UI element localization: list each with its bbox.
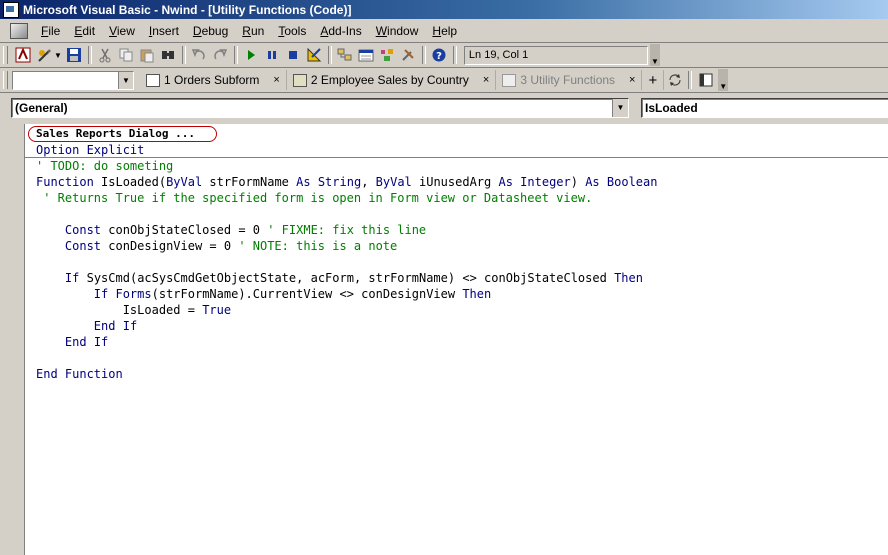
menu-window[interactable]: Window bbox=[369, 24, 426, 38]
toolbar-separator bbox=[452, 46, 457, 64]
code-line[interactable]: If SysCmd(acSysCmdGetObjectState, acForm… bbox=[36, 270, 643, 286]
chevron-down-icon[interactable]: ▼ bbox=[118, 71, 133, 89]
toolbar-options-button[interactable]: ▼ bbox=[649, 44, 660, 66]
menu-view[interactable]: View bbox=[102, 24, 142, 38]
add-tab-button[interactable]: + bbox=[642, 70, 665, 90]
menu-debug[interactable]: Debug bbox=[186, 24, 235, 38]
menu-run[interactable]: Run bbox=[235, 24, 271, 38]
close-icon[interactable]: × bbox=[629, 74, 635, 86]
tab-label: 1 Orders Subform bbox=[164, 73, 260, 87]
menu-file[interactable]: File bbox=[34, 24, 67, 38]
toolbar-separator bbox=[87, 46, 92, 64]
toolbox-icon[interactable] bbox=[398, 45, 419, 65]
document-combo[interactable]: ▼ bbox=[12, 70, 134, 90]
design-mode-icon[interactable] bbox=[304, 45, 325, 65]
code-text: Option Explicit bbox=[36, 143, 145, 157]
properties-icon[interactable] bbox=[356, 45, 377, 65]
standard-toolbar: ▼ ? Ln 19, Col 1 ▼ bbox=[0, 43, 888, 68]
menu-tools[interactable]: Tools bbox=[271, 24, 313, 38]
form-icon bbox=[146, 73, 160, 87]
procedure-bar: (General) ▼ IsLoaded bbox=[0, 94, 888, 122]
menu-bar: File Edit View Insert Debug Run Tools Ad… bbox=[0, 20, 888, 43]
cut-icon[interactable] bbox=[95, 45, 116, 65]
tab-orders-subform[interactable]: 1 Orders Subform × bbox=[140, 70, 287, 90]
code-line[interactable]: End Function bbox=[36, 366, 123, 382]
break-icon[interactable] bbox=[262, 45, 283, 65]
refresh-icon[interactable] bbox=[664, 70, 685, 90]
code-line[interactable]: Function IsLoaded(ByVal strFormName As S… bbox=[36, 174, 657, 190]
insert-module-icon[interactable] bbox=[33, 45, 54, 65]
code-comment: ' Returns True if the specified form is … bbox=[36, 191, 593, 205]
object-browser-icon[interactable] bbox=[377, 45, 398, 65]
procedure-dropdown[interactable]: IsLoaded bbox=[641, 98, 888, 118]
document-tabs-toolbar: ▼ 1 Orders Subform × 2 Employee Sales by… bbox=[0, 68, 888, 93]
help-icon[interactable]: ? bbox=[429, 45, 450, 65]
code-line[interactable]: Const conDesignView = 0 ' NOTE: this is … bbox=[36, 238, 397, 254]
toolbar-separator bbox=[688, 71, 693, 89]
menu-edit[interactable]: Edit bbox=[67, 24, 102, 38]
toolbar-separator bbox=[233, 46, 238, 64]
menu-add-ins[interactable]: Add-Ins bbox=[313, 24, 368, 38]
window-title: Microsoft Visual Basic - Nwind - [Utilit… bbox=[23, 2, 352, 17]
code-line[interactable]: End If bbox=[36, 334, 108, 350]
run-icon[interactable] bbox=[241, 45, 262, 65]
toolbar-options-button[interactable]: ▼ bbox=[718, 69, 729, 91]
tab-employee-sales-by-country[interactable]: 2 Employee Sales by Country × bbox=[287, 70, 497, 90]
code-text: End Function bbox=[36, 367, 123, 381]
module-icon bbox=[502, 73, 517, 87]
vb-app-icon bbox=[3, 1, 19, 18]
code-line[interactable]: If Forms(strFormName).CurrentView <> con… bbox=[36, 286, 491, 302]
panel-toggle-icon[interactable] bbox=[695, 70, 716, 90]
code-line[interactable]: Option Explicit bbox=[36, 142, 144, 158]
menu-insert[interactable]: Insert bbox=[142, 24, 186, 38]
tab-utility-functions[interactable]: 3 Utility Functions × bbox=[496, 70, 643, 90]
toolbar-separator bbox=[181, 46, 186, 64]
chevron-down-icon[interactable]: ▼ bbox=[612, 99, 628, 117]
cursor-position-label: Ln 19, Col 1 bbox=[463, 45, 648, 65]
undo-icon[interactable] bbox=[189, 45, 210, 65]
code-margin-indicator-bar[interactable] bbox=[0, 124, 24, 555]
code-line[interactable]: IsLoaded = True bbox=[36, 302, 231, 318]
title-bar: Microsoft Visual Basic - Nwind - [Utilit… bbox=[0, 0, 888, 19]
vb-document-icon[interactable] bbox=[10, 23, 28, 39]
view-access-icon[interactable] bbox=[12, 45, 33, 65]
code-comment: ' TODO: do someting bbox=[36, 159, 174, 173]
object-dropdown-value: (General) bbox=[15, 101, 68, 115]
find-icon[interactable] bbox=[158, 45, 179, 65]
redo-icon[interactable] bbox=[210, 45, 231, 65]
tab-label: 3 Utility Functions bbox=[520, 73, 616, 87]
object-dropdown[interactable]: (General) ▼ bbox=[11, 98, 629, 118]
code-line[interactable]: End If bbox=[36, 318, 137, 334]
tab-label: 2 Employee Sales by Country bbox=[310, 73, 469, 87]
copy-icon[interactable] bbox=[116, 45, 137, 65]
code-line[interactable]: ' Returns True if the specified form is … bbox=[36, 190, 592, 206]
procedure-dropdown-value: IsLoaded bbox=[645, 101, 698, 115]
menu-help[interactable]: Help bbox=[425, 24, 464, 38]
close-icon[interactable]: × bbox=[273, 74, 279, 86]
toolbar-separator bbox=[327, 46, 332, 64]
report-icon bbox=[292, 73, 307, 87]
paste-icon[interactable] bbox=[137, 45, 158, 65]
svg-text:?: ? bbox=[437, 51, 443, 62]
save-icon[interactable] bbox=[64, 45, 85, 65]
code-line[interactable]: ' TODO: do someting bbox=[36, 158, 173, 174]
toolbar-separator bbox=[421, 46, 426, 64]
toolbar-grip[interactable] bbox=[3, 46, 8, 64]
project-explorer-icon[interactable] bbox=[335, 45, 356, 65]
toolbar-grip[interactable] bbox=[3, 71, 8, 89]
close-icon[interactable]: × bbox=[483, 74, 489, 86]
code-line[interactable]: Const conObjStateClosed = 0 ' FIXME: fix… bbox=[36, 222, 426, 238]
procedure-header-callout: Sales Reports Dialog ... bbox=[28, 126, 217, 142]
reset-icon[interactable] bbox=[283, 45, 304, 65]
